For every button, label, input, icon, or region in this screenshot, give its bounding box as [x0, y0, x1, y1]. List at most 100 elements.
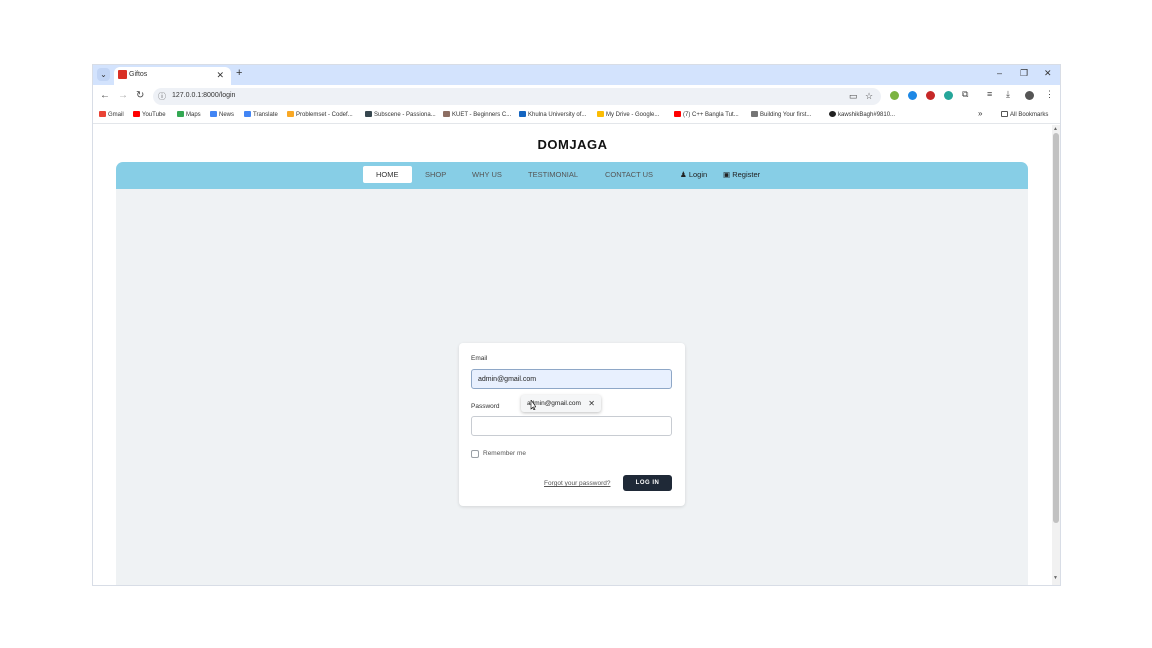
bookmark-item[interactable]: Building Your first...: [751, 111, 811, 118]
bookmark-item[interactable]: YouTube: [133, 111, 166, 118]
kuet-icon: [443, 111, 450, 117]
bookmark-label: Translate: [253, 112, 278, 118]
minimize-button[interactable]: –: [997, 68, 1002, 78]
card-icon[interactable]: ▭: [849, 91, 858, 102]
nav-shop[interactable]: SHOP: [425, 170, 446, 179]
nav-register-label: Register: [732, 170, 761, 179]
id-card-icon: ▣: [723, 170, 731, 179]
site-navbar: HOME SHOP WHY US TESTIMONIAL CONTACT US …: [116, 162, 1028, 189]
nav-testimonial[interactable]: TESTIMONIAL: [528, 170, 578, 179]
scroll-up-arrow-icon[interactable]: ▲: [1053, 126, 1058, 132]
password-label: Password: [471, 403, 500, 410]
university-icon: [519, 111, 526, 117]
bookmarks-overflow-button[interactable]: »: [978, 109, 982, 118]
page-scrollbar[interactable]: ▲ ▼: [1052, 125, 1060, 585]
restore-button[interactable]: ❐: [1020, 68, 1028, 79]
page-content: Email admin@gmail.com Password admin@gma…: [116, 189, 1028, 585]
google-drive-icon: [597, 111, 604, 117]
bookmark-item[interactable]: (7) C++ Bangla Tut...: [674, 111, 739, 118]
tab-search-chevron-icon[interactable]: ⌄: [97, 68, 110, 81]
bookmark-label: kawshikBagh#9810...: [838, 112, 896, 118]
bookmark-item[interactable]: KUET - Beginners C...: [443, 111, 511, 118]
youtube-icon: [674, 111, 681, 117]
bookmark-label: Subscene - Passiona...: [374, 112, 436, 118]
bookmark-label: KUET - Beginners C...: [452, 112, 512, 118]
browser-toolbar: ← → ↻ ⓘ 127.0.0.1:8000/login ▭ ☆ ⧉ ≡ ⤓ ⋮: [93, 85, 1060, 107]
menu-kebab-icon[interactable]: ⋮: [1045, 89, 1054, 100]
subscene-icon: [365, 111, 372, 117]
bookmark-label: (7) C++ Bangla Tut...: [683, 112, 739, 118]
bookmark-item[interactable]: Subscene - Passiona...: [365, 111, 436, 118]
extensions-puzzle-icon[interactable]: ⧉: [962, 89, 968, 100]
extension-react-icon[interactable]: [944, 91, 953, 100]
all-bookmarks-label: All Bookmarks: [1010, 112, 1049, 118]
download-icon[interactable]: ⤓: [1006, 89, 1010, 100]
password-field[interactable]: [471, 416, 672, 436]
user-icon: ♟: [680, 170, 687, 179]
extension-shield-icon[interactable]: [926, 91, 935, 100]
nav-login[interactable]: ♟ Login: [680, 170, 707, 179]
bookmark-item[interactable]: Khulna University of...: [519, 111, 586, 118]
remember-me-checkbox[interactable]: [471, 450, 479, 458]
extension-green-icon[interactable]: [890, 91, 899, 100]
all-bookmarks-button[interactable]: All Bookmarks: [1001, 111, 1048, 118]
youtube-icon: [133, 111, 140, 117]
new-tab-button[interactable]: +: [236, 67, 242, 79]
extension-blue-icon[interactable]: [908, 91, 917, 100]
news-icon: [210, 111, 217, 117]
bookmark-item[interactable]: Problemset - Codef...: [287, 111, 353, 118]
nav-register[interactable]: ▣ Register: [723, 170, 760, 179]
chart-icon: [287, 111, 294, 117]
forward-arrow-icon[interactable]: →: [118, 90, 128, 101]
email-label: Email: [471, 355, 488, 362]
scroll-thumb[interactable]: [1053, 133, 1059, 523]
remember-me-label[interactable]: Remember me: [483, 450, 526, 457]
gift-favicon-icon: [118, 70, 127, 79]
bookmark-label: Maps: [186, 112, 201, 118]
gmail-icon: [99, 111, 106, 117]
star-icon[interactable]: ☆: [865, 91, 873, 102]
web-page: DOMJAGA HOME SHOP WHY US TESTIMONIAL CON…: [93, 125, 1052, 585]
bookmark-label: Building Your first...: [760, 112, 812, 118]
bookmark-label: My Drive - Google...: [606, 112, 660, 118]
login-card: Email admin@gmail.com Password admin@gma…: [459, 343, 685, 506]
reload-icon[interactable]: ↻: [136, 90, 144, 101]
login-button[interactable]: LOG IN: [623, 475, 672, 491]
code-icon: [751, 111, 758, 117]
forgot-password-link[interactable]: Forgot your password?: [544, 480, 610, 487]
address-bar[interactable]: ⓘ 127.0.0.1:8000/login ▭ ☆: [153, 88, 881, 105]
autofill-close-icon[interactable]: ✕: [588, 399, 595, 408]
bookmark-item[interactable]: News: [210, 111, 234, 118]
bookmark-item[interactable]: My Drive - Google...: [597, 111, 659, 118]
nav-login-label: Login: [688, 170, 708, 179]
bookmark-item[interactable]: Maps: [177, 111, 201, 118]
email-field[interactable]: admin@gmail.com: [471, 369, 672, 389]
github-icon: [829, 111, 836, 117]
site-info-icon[interactable]: ⓘ: [158, 91, 166, 102]
scroll-down-arrow-icon[interactable]: ▼: [1053, 575, 1058, 581]
site-brand[interactable]: DOMJAGA: [93, 137, 1052, 152]
bookmark-item[interactable]: Gmail: [99, 111, 124, 118]
browser-tab[interactable]: Giftos ✕: [114, 67, 231, 85]
bookmarks-bar: Gmail YouTube Maps News Translate Proble…: [93, 107, 1060, 124]
maps-icon: [177, 111, 184, 117]
profile-avatar-icon[interactable]: [1025, 91, 1034, 100]
nav-contact-us[interactable]: CONTACT US: [605, 170, 653, 179]
mouse-cursor-icon: [530, 400, 536, 410]
nav-why-us[interactable]: WHY US: [472, 170, 502, 179]
tab-close-icon[interactable]: ✕: [216, 70, 224, 81]
folder-icon: [1001, 111, 1008, 117]
url-text[interactable]: 127.0.0.1:8000/login: [172, 92, 235, 99]
translate-icon: [244, 111, 251, 117]
browser-window: ⌄ Giftos ✕ + – ❐ ✕ ← → ↻ ⓘ 127.0.0.1:800…: [93, 65, 1060, 585]
bookmark-item[interactable]: Translate: [244, 111, 278, 118]
media-control-icon[interactable]: ≡: [987, 89, 992, 99]
back-arrow-icon[interactable]: ←: [100, 90, 110, 101]
tab-strip: ⌄ Giftos ✕ + – ❐ ✕: [93, 65, 1060, 85]
bookmark-label: Problemset - Codef...: [296, 112, 353, 118]
nav-home[interactable]: HOME: [363, 166, 412, 183]
bookmark-label: Khulna University of...: [528, 112, 587, 118]
bookmark-item[interactable]: kawshikBagh#9810...: [829, 111, 895, 118]
bookmark-label: News: [219, 112, 235, 118]
window-close-button[interactable]: ✕: [1044, 68, 1052, 79]
